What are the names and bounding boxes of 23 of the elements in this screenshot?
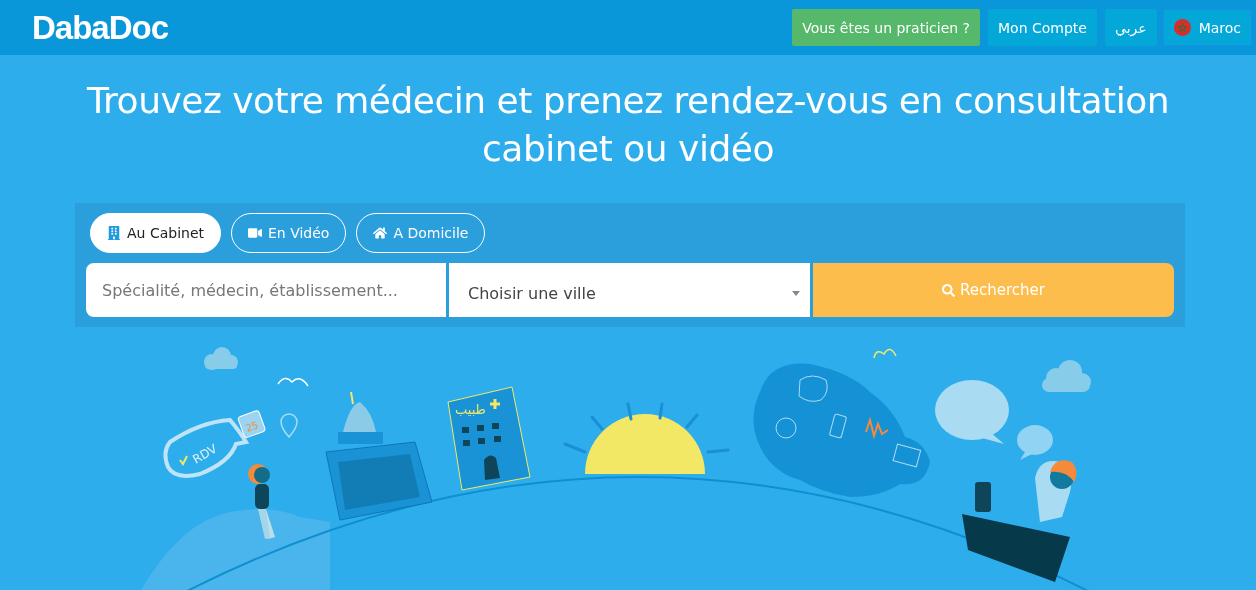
nav-button[interactable]: عربي xyxy=(1104,9,1157,46)
nav-button[interactable]: Mon Compte xyxy=(988,9,1097,46)
hospital-drawing: طبيب xyxy=(447,386,531,491)
hero-title: Trouvez votre médecin et prenez rendez-vous en consultation cabinet ou vidéo xyxy=(85,79,1171,171)
search-icon xyxy=(942,283,955,297)
video-camera-icon xyxy=(248,226,262,240)
city-select[interactable]: Choisir une ville xyxy=(449,263,810,317)
cloud-drawing xyxy=(204,347,238,370)
nav-button[interactable]: Vous êtes un praticien ? xyxy=(792,9,981,46)
country-button[interactable]: Maroc xyxy=(1162,9,1252,46)
logo[interactable]: DabaDoc xyxy=(32,8,169,47)
search-field[interactable]: Spécialité, médecin, établissement... xyxy=(86,263,446,317)
caret-icon xyxy=(792,290,800,296)
house-icon xyxy=(373,226,388,240)
flag-icon xyxy=(1173,19,1191,36)
map-pin-drawing xyxy=(280,413,298,438)
mode-tab[interactable]: Au Cabinet xyxy=(90,213,221,253)
bird-drawing xyxy=(277,377,309,387)
calendar-drawing: 25 xyxy=(237,409,267,439)
search-button[interactable]: Rechercher xyxy=(813,263,1174,317)
cloud-drawing xyxy=(1042,360,1091,392)
bird-drawing xyxy=(873,348,897,359)
building-icon xyxy=(107,226,121,240)
